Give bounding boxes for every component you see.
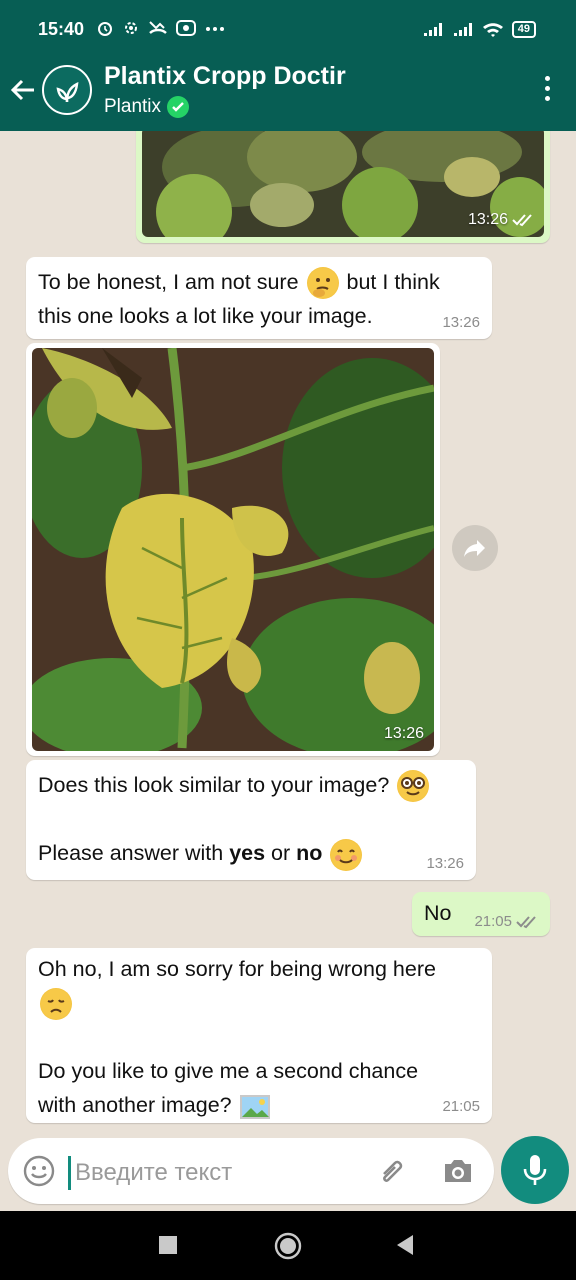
nerd-face-icon [397,770,430,803]
message-time: 13:26 [383,725,424,742]
more-options-icon[interactable] [545,76,550,101]
message-image-outgoing[interactable]: 13:26 [136,131,550,243]
chat-header: Plantix Cropp Doctir Plantix [0,48,576,131]
chat-area[interactable]: 13:26 To be honest, I am not sure but I … [0,131,576,1137]
message-text-incoming[interactable]: Oh no, I am so sorry for being wrong her… [26,948,492,1123]
message-line: Oh no, I am so sorry for being wrong her… [38,957,436,981]
message-line: with another image? [38,1093,232,1118]
signal-icon-2 [453,22,472,36]
plant-logo-icon [56,81,79,103]
mic-icon [523,1155,547,1185]
message-time: 13:26 [468,211,534,229]
message-line: Please answer with [38,841,230,866]
camera-icon[interactable] [442,1157,474,1185]
avatar[interactable] [42,65,92,115]
back-arrow-icon[interactable] [10,78,36,102]
settings-icon [125,22,137,34]
message-text-incoming[interactable]: Does this look similar to your image? Pl… [26,760,476,880]
message-time: 21:05 [442,1098,480,1115]
message-line: Does this look similar to your image? [38,773,390,797]
mic-button[interactable] [501,1136,569,1204]
status-bar: 15:40 49 [0,0,576,48]
recents-button-icon[interactable] [159,1236,177,1254]
bold-yes: yes [229,841,266,866]
emoji-icon[interactable] [23,1155,55,1187]
message-composer [8,1138,494,1204]
status-icons [96,19,226,37]
system-nav-bar [0,1211,576,1280]
business-name: Plantix [104,96,162,117]
alarm-icon [98,22,112,36]
status-time: 15:40 [38,19,85,39]
more-icon [206,27,224,31]
message-line: Do you like to give me a second chance [38,1059,419,1084]
message-time: 13:26 [426,855,464,872]
message-line: this one looks a lot like your image. [38,304,373,329]
message-line: No [424,901,452,925]
tomato-photo[interactable]: 13:26 [142,131,544,237]
forward-button[interactable] [452,525,498,571]
cast-icon [176,20,196,36]
message-line: To be honest, I am not sure [38,270,299,294]
back-button-icon[interactable] [395,1234,415,1256]
thinking-face-icon [306,267,339,300]
diseased-leaf-photo[interactable]: 13:26 [32,348,434,751]
verified-badge-icon [167,96,190,118]
wifi-icon [482,22,503,37]
contact-subtitle[interactable]: Plantix [104,96,190,118]
message-line: or [265,841,297,866]
missed-call-icon [149,21,167,34]
message-image-incoming[interactable]: 13:26 [26,343,440,756]
message-text-outgoing[interactable]: No 21:05 [412,892,550,936]
attach-icon[interactable] [376,1154,410,1188]
double-check-icon [512,214,532,227]
status-right: 49 [422,21,536,38]
message-input[interactable] [68,1156,367,1190]
picture-icon [239,1094,270,1119]
message-time: 21:05 [474,913,538,930]
signal-icon [423,22,442,36]
disappointed-face-icon [40,988,72,1021]
smiling-face-icon [330,838,363,871]
contact-name[interactable]: Plantix Cropp Doctir [104,62,346,91]
home-button-icon[interactable] [274,1232,302,1260]
message-time: 13:26 [442,314,480,331]
double-check-icon [516,915,536,928]
bold-no: no [296,841,323,866]
message-line: but I think [346,270,440,294]
forward-arrow-icon [464,540,485,557]
message-text-incoming[interactable]: To be honest, I am not sure but I think … [26,257,492,339]
battery-icon: 49 [511,21,536,38]
